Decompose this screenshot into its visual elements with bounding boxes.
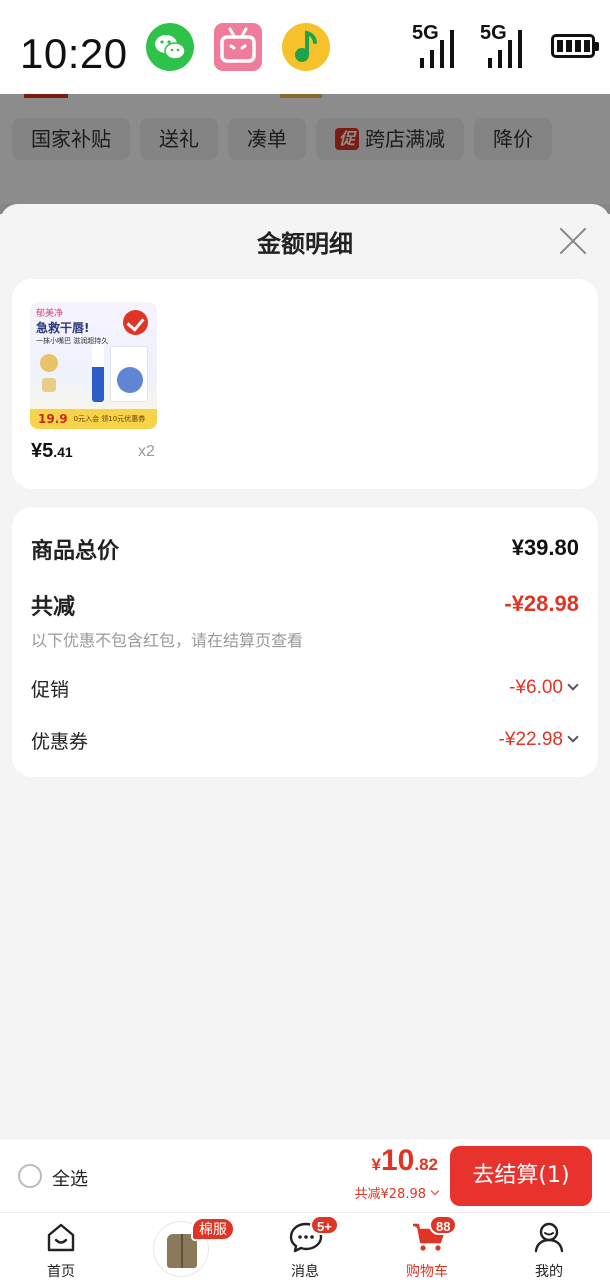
nav-home[interactable]: 首页 bbox=[0, 1213, 122, 1288]
qq-music-icon bbox=[282, 23, 330, 71]
total-value: ¥39.80 bbox=[511, 535, 579, 560]
close-icon[interactable] bbox=[558, 226, 588, 256]
wechat-icon bbox=[146, 23, 194, 71]
total-label: 商品总价 bbox=[31, 539, 120, 564]
signal-5g-2: 5G bbox=[480, 22, 534, 74]
modal-overlay[interactable] bbox=[0, 94, 610, 214]
price-detail-card: 商品总价 ¥39.80 共减 -¥28.98 以下优惠不包含红包，请在结算页查看… bbox=[12, 507, 598, 777]
saved-amount-toggle[interactable]: 共减¥28.98 bbox=[355, 1183, 440, 1202]
discount-value: -¥28.98 bbox=[504, 591, 579, 616]
cart-badge: 88 bbox=[429, 1215, 458, 1235]
checkout-total: ¥10.82 bbox=[371, 1144, 438, 1177]
promo-label: 促销 bbox=[31, 679, 70, 701]
select-all-label[interactable]: 全选 bbox=[52, 1165, 88, 1191]
discount-note: 以下优惠不包含红包，请在结算页查看 bbox=[31, 631, 304, 650]
status-bar: 10:20 5G 5G bbox=[0, 0, 610, 94]
amount-detail-sheet: 金额明细 郁美净 急救干唇! 一抹小嘴巴 滋润超持久 19.9 0元入会 领10… bbox=[0, 204, 610, 1288]
status-time: 10:20 bbox=[20, 30, 128, 77]
cart-page: 10:20 5G 5G 国家补贴 送礼 凑单 促 跨店满减 降价 金额明细 郁美… bbox=[0, 0, 610, 1288]
nav-cart[interactable]: 88 购物车 bbox=[366, 1213, 488, 1288]
promo-row-toggle[interactable]: -¥6.00 bbox=[509, 677, 579, 699]
discount-label: 共减 bbox=[31, 595, 76, 620]
chevron-down-icon bbox=[430, 1186, 440, 1196]
messages-badge: 5+ bbox=[310, 1215, 339, 1235]
signal-5g-1: 5G bbox=[412, 22, 466, 74]
select-all-radio[interactable] bbox=[18, 1164, 42, 1188]
nav-mine[interactable]: 我的 bbox=[488, 1213, 610, 1288]
home-icon bbox=[47, 1223, 75, 1252]
nav-messages[interactable]: 5+ 消息 bbox=[244, 1213, 366, 1288]
product-card: 郁美净 急救干唇! 一抹小嘴巴 滋润超持久 19.9 0元入会 领10元优惠券 … bbox=[12, 279, 598, 489]
bottom-nav: 首页 棉服 5+ 消息 88 购物车 我的 bbox=[0, 1212, 610, 1288]
battery-icon bbox=[551, 34, 599, 58]
checkout-bar: 全选 ¥10.82 共减¥28.98 去结算(1) bbox=[0, 1138, 610, 1212]
user-icon bbox=[534, 1222, 564, 1253]
promo-value: -¥6.00 bbox=[509, 677, 563, 698]
unit-price: ¥5.41 bbox=[31, 440, 73, 462]
checkout-button[interactable]: 去结算(1) bbox=[450, 1146, 592, 1206]
coupon-value: -¥22.98 bbox=[498, 729, 563, 750]
chevron-down-icon bbox=[567, 731, 579, 743]
quantity: x2 bbox=[138, 443, 155, 460]
coupon-row-toggle[interactable]: -¥22.98 bbox=[498, 729, 579, 751]
coupon-label: 优惠券 bbox=[31, 731, 89, 753]
promo-tag[interactable]: 棉服 bbox=[191, 1217, 235, 1241]
chevron-down-icon bbox=[567, 679, 579, 691]
selected-check-icon bbox=[123, 310, 148, 335]
product-image[interactable]: 郁美净 急救干唇! 一抹小嘴巴 滋润超持久 19.9 0元入会 领10元优惠券 bbox=[30, 302, 157, 429]
sheet-title: 金额明细 bbox=[257, 230, 353, 258]
bilibili-icon bbox=[214, 23, 262, 71]
